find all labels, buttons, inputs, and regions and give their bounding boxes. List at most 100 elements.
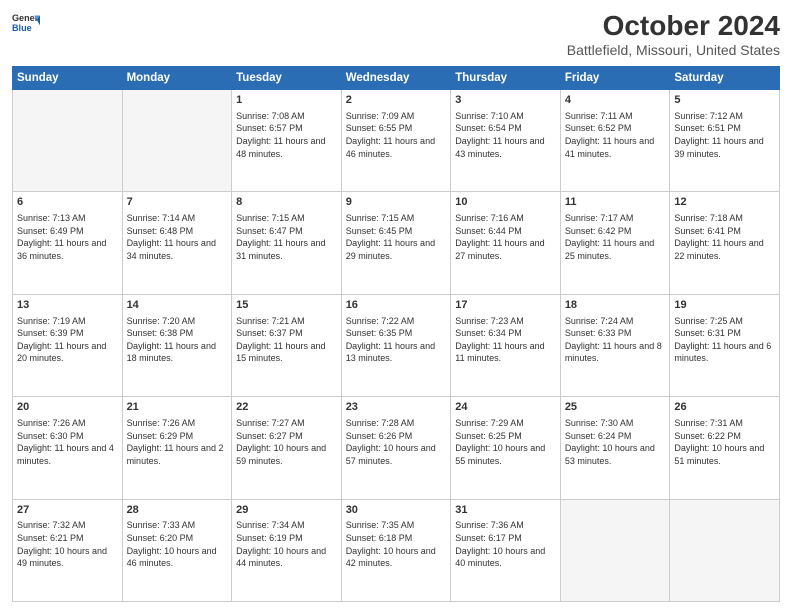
day-info: Sunrise: 7:32 AMSunset: 6:21 PMDaylight:… [17,519,118,569]
day-info: Sunrise: 7:09 AMSunset: 6:55 PMDaylight:… [346,110,447,160]
day-cell: 5 Sunrise: 7:12 AMSunset: 6:51 PMDaylight… [670,90,780,192]
day-info: Sunrise: 7:21 AMSunset: 6:37 PMDaylight:… [236,315,337,365]
page: General Blue October 2024 Battlefield, M… [0,0,792,612]
day-number: 5 [674,93,775,108]
col-header-friday: Friday [560,67,670,90]
day-cell: 8 Sunrise: 7:15 AMSunset: 6:47 PMDaylight… [232,192,342,294]
day-headers-row: SundayMondayTuesdayWednesdayThursdayFrid… [13,67,780,90]
day-cell: 3 Sunrise: 7:10 AMSunset: 6:54 PMDaylight… [451,90,561,192]
day-info: Sunrise: 7:19 AMSunset: 6:39 PMDaylight:… [17,315,118,365]
day-number: 11 [565,195,666,210]
day-cell [560,499,670,601]
day-number: 22 [236,400,337,415]
day-cell: 23 Sunrise: 7:28 AMSunset: 6:26 PMDayligh… [341,397,451,499]
day-cell: 17Sunrise: 7:23 AMSunset: 6:34 PMDayligh… [451,294,561,396]
col-header-tuesday: Tuesday [232,67,342,90]
day-number: 13 [17,298,118,313]
day-info: Sunrise: 7:12 AMSunset: 6:51 PMDaylight:… [674,110,775,160]
week-row-5: 27Sunrise: 7:32 AMSunset: 6:21 PMDayligh… [13,499,780,601]
day-info: Sunrise: 7:30 AMSunset: 6:24 PMDaylight:… [565,417,666,467]
day-info: Sunrise: 7:08 AMSunset: 6:57 PMDaylight:… [236,110,337,160]
day-info: Sunrise: 7:35 AMSunset: 6:18 PMDaylight:… [346,519,447,569]
day-info: Sunrise: 7:18 AMSunset: 6:41 PMDaylight:… [674,212,775,262]
day-number: 7 [127,195,228,210]
day-number: 9 [346,195,447,210]
day-number: 19 [674,298,775,313]
calendar-title: October 2024 [567,10,780,42]
day-number: 6 [17,195,118,210]
day-cell: 31Sunrise: 7:36 AMSunset: 6:17 PMDayligh… [451,499,561,601]
day-number: 21 [127,400,228,415]
day-info: Sunrise: 7:10 AMSunset: 6:54 PMDaylight:… [455,110,556,160]
day-cell [13,90,123,192]
day-cell: 6 Sunrise: 7:13 AMSunset: 6:49 PMDaylight… [13,192,123,294]
day-number: 23 [346,400,447,415]
day-info: Sunrise: 7:20 AMSunset: 6:38 PMDaylight:… [127,315,228,365]
day-cell: 28Sunrise: 7:33 AMSunset: 6:20 PMDayligh… [122,499,232,601]
day-number: 25 [565,400,666,415]
day-cell: 20 Sunrise: 7:26 AMSunset: 6:30 PMDayligh… [13,397,123,499]
day-info: Sunrise: 7:26 AMSunset: 6:29 PMDaylight:… [127,417,228,467]
day-cell: 26 Sunrise: 7:31 AMSunset: 6:22 PMDayligh… [670,397,780,499]
logo-icon: General Blue [12,10,40,38]
calendar-table: SundayMondayTuesdayWednesdayThursdayFrid… [12,66,780,602]
day-cell: 27Sunrise: 7:32 AMSunset: 6:21 PMDayligh… [13,499,123,601]
day-number: 16 [346,298,447,313]
day-info: Sunrise: 7:13 AMSunset: 6:49 PMDaylight:… [17,212,118,262]
day-info: Sunrise: 7:31 AMSunset: 6:22 PMDaylight:… [674,417,775,467]
day-number: 20 [17,400,118,415]
day-cell: 18 Sunrise: 7:24 AMSunset: 6:33 PMDayligh… [560,294,670,396]
day-cell [122,90,232,192]
day-info: Sunrise: 7:11 AMSunset: 6:52 PMDaylight:… [565,110,666,160]
day-cell: 16 Sunrise: 7:22 AMSunset: 6:35 PMDayligh… [341,294,451,396]
day-cell: 30Sunrise: 7:35 AMSunset: 6:18 PMDayligh… [341,499,451,601]
week-row-4: 20 Sunrise: 7:26 AMSunset: 6:30 PMDayligh… [13,397,780,499]
day-number: 4 [565,93,666,108]
day-info: Sunrise: 7:27 AMSunset: 6:27 PMDaylight:… [236,417,337,467]
day-cell: 22 Sunrise: 7:27 AMSunset: 6:27 PMDayligh… [232,397,342,499]
day-info: Sunrise: 7:28 AMSunset: 6:26 PMDaylight:… [346,417,447,467]
day-number: 14 [127,298,228,313]
day-info: Sunrise: 7:24 AMSunset: 6:33 PMDaylight:… [565,315,666,365]
day-number: 15 [236,298,337,313]
col-header-wednesday: Wednesday [341,67,451,90]
day-cell: 12 Sunrise: 7:18 AMSunset: 6:41 PMDayligh… [670,192,780,294]
day-cell: 7 Sunrise: 7:14 AMSunset: 6:48 PMDaylight… [122,192,232,294]
week-row-3: 13 Sunrise: 7:19 AMSunset: 6:39 PMDayligh… [13,294,780,396]
day-number: 28 [127,503,228,518]
day-cell: 14 Sunrise: 7:20 AMSunset: 6:38 PMDayligh… [122,294,232,396]
day-cell [670,499,780,601]
day-cell: 4 Sunrise: 7:11 AMSunset: 6:52 PMDaylight… [560,90,670,192]
day-number: 26 [674,400,775,415]
title-block: October 2024 Battlefield, Missouri, Unit… [567,10,780,58]
day-number: 30 [346,503,447,518]
day-cell: 1Sunrise: 7:08 AMSunset: 6:57 PMDaylight… [232,90,342,192]
day-info: Sunrise: 7:16 AMSunset: 6:44 PMDaylight:… [455,212,556,262]
day-cell: 11Sunrise: 7:17 AMSunset: 6:42 PMDayligh… [560,192,670,294]
day-number: 8 [236,195,337,210]
day-info: Sunrise: 7:34 AMSunset: 6:19 PMDaylight:… [236,519,337,569]
day-cell: 21 Sunrise: 7:26 AMSunset: 6:29 PMDayligh… [122,397,232,499]
day-number: 3 [455,93,556,108]
day-number: 18 [565,298,666,313]
day-cell: 13 Sunrise: 7:19 AMSunset: 6:39 PMDayligh… [13,294,123,396]
day-info: Sunrise: 7:36 AMSunset: 6:17 PMDaylight:… [455,519,556,569]
header: General Blue October 2024 Battlefield, M… [12,10,780,58]
week-row-1: 1Sunrise: 7:08 AMSunset: 6:57 PMDaylight… [13,90,780,192]
col-header-sunday: Sunday [13,67,123,90]
col-header-thursday: Thursday [451,67,561,90]
day-info: Sunrise: 7:22 AMSunset: 6:35 PMDaylight:… [346,315,447,365]
day-info: Sunrise: 7:26 AMSunset: 6:30 PMDaylight:… [17,417,118,467]
day-info: Sunrise: 7:23 AMSunset: 6:34 PMDaylight:… [455,315,556,365]
day-number: 12 [674,195,775,210]
day-info: Sunrise: 7:14 AMSunset: 6:48 PMDaylight:… [127,212,228,262]
calendar-subtitle: Battlefield, Missouri, United States [567,42,780,58]
day-number: 10 [455,195,556,210]
svg-text:Blue: Blue [12,23,32,33]
logo: General Blue [12,10,40,38]
day-cell: 2Sunrise: 7:09 AMSunset: 6:55 PMDaylight… [341,90,451,192]
day-info: Sunrise: 7:33 AMSunset: 6:20 PMDaylight:… [127,519,228,569]
day-cell: 15 Sunrise: 7:21 AMSunset: 6:37 PMDayligh… [232,294,342,396]
svg-text:General: General [12,13,40,23]
day-info: Sunrise: 7:15 AMSunset: 6:47 PMDaylight:… [236,212,337,262]
